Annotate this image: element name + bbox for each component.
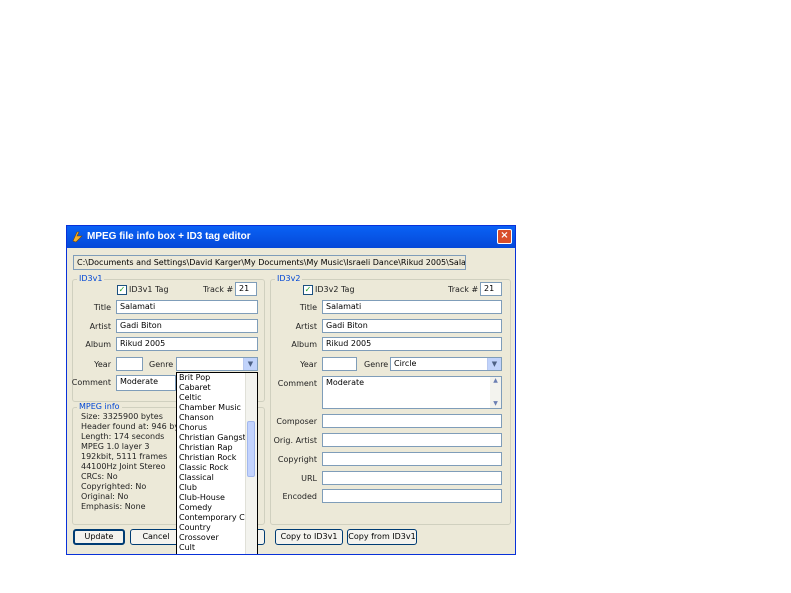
- id3v1-tag-checkbox[interactable]: ✓: [117, 285, 127, 295]
- id3v2-comment-value: Moderate: [326, 378, 365, 387]
- url-label: URL: [301, 474, 317, 483]
- mpeg-info-line: Emphasis: None: [81, 502, 146, 511]
- title-bar[interactable]: MPEG file info box + ID3 tag editor ×: [67, 226, 515, 248]
- id3v2-tag-checkbox[interactable]: ✓: [303, 285, 313, 295]
- id3v2-genre-label: Genre: [364, 360, 389, 369]
- id3v2-album-input[interactable]: Rikud 2005: [322, 337, 502, 351]
- id3v2-title-label: Title: [299, 303, 317, 312]
- close-button[interactable]: ×: [497, 229, 512, 244]
- id3v2-album-label: Album: [291, 340, 317, 349]
- mpeg-info-line: MPEG 1.0 layer 3: [81, 442, 150, 451]
- id3v1-genre-label: Genre: [149, 360, 174, 369]
- file-path-field[interactable]: C:\Documents and Settings\David Karger\M…: [73, 255, 466, 270]
- mpeg-info-line: Original: No: [81, 492, 129, 501]
- url-input[interactable]: [322, 471, 502, 485]
- id3v1-comment-label: Comment: [71, 378, 111, 387]
- orig-artist-label: Orig. Artist: [273, 436, 317, 445]
- id3v1-title-input[interactable]: Salamati: [116, 300, 258, 314]
- comment-scrollbar[interactable]: ▲ ▼: [490, 377, 501, 408]
- id3v1-track-label: Track #: [203, 285, 234, 294]
- copyright-label: Copyright: [277, 455, 317, 464]
- mpeg-info-group-label: MPEG info: [77, 402, 122, 411]
- id3v2-year-label: Year: [300, 360, 317, 369]
- id3v2-artist-label: Artist: [295, 322, 317, 331]
- scroll-up-icon[interactable]: ▲: [490, 377, 501, 385]
- encoded-label: Encoded: [282, 492, 318, 501]
- id3v2-genre-select[interactable]: Circle ▼: [390, 357, 502, 371]
- genre-scrollbar[interactable]: [245, 373, 257, 554]
- id3v1-album-label: Album: [85, 340, 111, 349]
- cancel-button[interactable]: Cancel: [130, 529, 182, 545]
- composer-input[interactable]: [322, 414, 502, 428]
- id3v2-artist-input[interactable]: Gadi Biton: [322, 319, 502, 333]
- mpeg-info-line: 44100Hz Joint Stereo: [81, 462, 166, 471]
- id3v2-track-label: Track #: [448, 285, 479, 294]
- id3v1-year-label: Year: [94, 360, 111, 369]
- id3v1-tag-label: ID3v1 Tag: [129, 285, 169, 294]
- winamp-bolt-icon: [72, 231, 83, 243]
- id3v1-genre-select[interactable]: ▼: [176, 357, 258, 371]
- id3-editor-window: MPEG file info box + ID3 tag editor × C:…: [66, 225, 516, 555]
- scroll-down-icon[interactable]: ▼: [490, 400, 501, 408]
- copy-from-id3v1-button[interactable]: Copy from ID3v1: [347, 529, 417, 545]
- id3v2-genre-value: Circle: [394, 359, 417, 368]
- mpeg-info-line: Header found at: 946 bytes: [81, 422, 192, 431]
- id3v1-comment-input[interactable]: Moderate: [116, 375, 176, 391]
- mpeg-info-line: Copyrighted: No: [81, 482, 147, 491]
- mpeg-info-line: Length: 174 seconds: [81, 432, 165, 441]
- copy-to-id3v1-button[interactable]: Copy to ID3v1: [275, 529, 343, 545]
- update-button[interactable]: Update: [73, 529, 125, 545]
- orig-artist-input[interactable]: [322, 433, 502, 447]
- chevron-down-icon[interactable]: ▼: [243, 358, 257, 370]
- composer-label: Composer: [276, 417, 317, 426]
- mpeg-info-line: 192kbit, 5111 frames: [81, 452, 168, 461]
- id3v2-tag-label: ID3v2 Tag: [315, 285, 355, 294]
- id3v2-track-input[interactable]: 21: [480, 282, 502, 296]
- chevron-down-icon[interactable]: ▼: [487, 358, 501, 370]
- id3v2-group-label: ID3v2: [275, 274, 303, 283]
- id3v1-artist-label: Artist: [89, 322, 111, 331]
- id3v1-group-label: ID3v1: [77, 274, 105, 283]
- id3v2-title-input[interactable]: Salamati: [322, 300, 502, 314]
- genre-dropdown-list[interactable]: Brit Pop Cabaret Celtic Chamber Music Chanso…: [176, 372, 258, 554]
- id3v2-year-input[interactable]: [322, 357, 357, 371]
- id3v2-comment-input[interactable]: Moderate ▲ ▼: [322, 376, 502, 409]
- id3v1-artist-input[interactable]: Gadi Biton: [116, 319, 258, 333]
- id3v1-year-input[interactable]: [116, 357, 143, 371]
- encoded-input[interactable]: [322, 489, 502, 503]
- id3v1-album-input[interactable]: Rikud 2005: [116, 337, 258, 351]
- id3v1-title-label: Title: [93, 303, 111, 312]
- id3v2-comment-label: Comment: [277, 379, 317, 388]
- copyright-input[interactable]: [322, 452, 502, 466]
- mpeg-info-line: Size: 3325900 bytes: [81, 412, 163, 421]
- mpeg-info-line: CRCs: No: [81, 472, 118, 481]
- window-title: MPEG file info box + ID3 tag editor: [87, 231, 251, 242]
- genre-scroll-thumb[interactable]: [247, 421, 255, 477]
- id3v1-track-input[interactable]: 21: [235, 282, 257, 296]
